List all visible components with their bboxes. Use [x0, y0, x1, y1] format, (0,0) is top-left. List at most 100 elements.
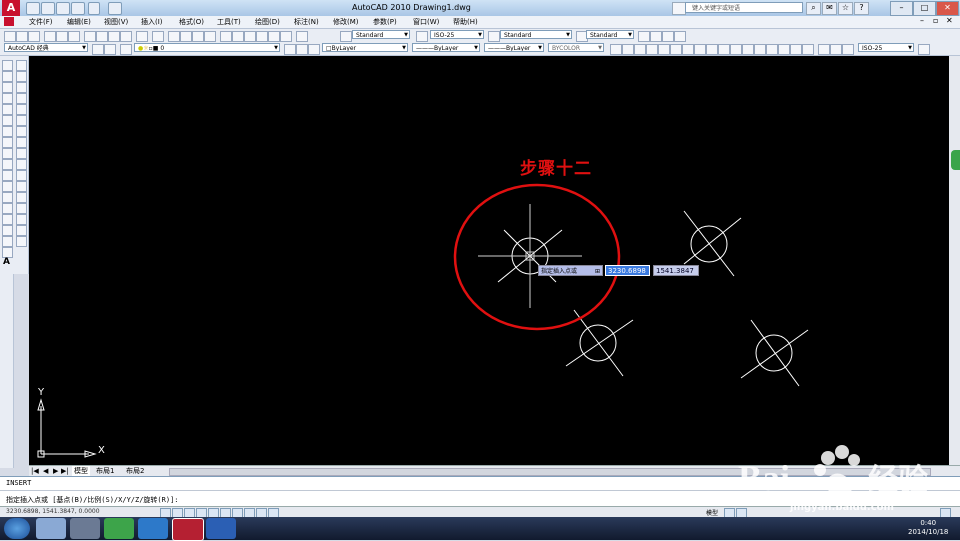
fillet-icon[interactable]: [16, 225, 27, 236]
menu-close-icon[interactable]: ✕: [946, 16, 953, 25]
mirror-icon[interactable]: [16, 82, 27, 93]
markup-icon[interactable]: [268, 31, 280, 42]
region-icon[interactable]: [2, 236, 13, 247]
dynamic-input-x[interactable]: 3230.6898: [605, 265, 650, 276]
dim-continue-icon[interactable]: [730, 44, 742, 55]
explorer-taskbar-icon[interactable]: [36, 518, 66, 539]
workspace-select[interactable]: AutoCAD 经典 ▼: [4, 43, 88, 52]
drawing-canvas[interactable]: [29, 56, 949, 465]
help-tool-icon[interactable]: [296, 31, 308, 42]
workspace-settings-icon[interactable]: [92, 44, 104, 55]
new-file-icon[interactable]: [26, 2, 40, 15]
dim-arc-icon[interactable]: [634, 44, 646, 55]
tab-prev-icon[interactable]: ◀: [43, 466, 48, 476]
chamfer-icon[interactable]: [16, 214, 27, 225]
dim-break-icon[interactable]: [754, 44, 766, 55]
text-style-select[interactable]: Standard ▼: [352, 30, 410, 39]
qnew-icon[interactable]: [4, 31, 16, 42]
open-file-icon[interactable]: [41, 2, 55, 15]
arc-icon[interactable]: [2, 115, 13, 126]
break-icon[interactable]: [16, 192, 27, 203]
dim-aligned-icon[interactable]: [622, 44, 634, 55]
paste-icon[interactable]: [108, 31, 120, 42]
array-icon[interactable]: [16, 104, 27, 115]
print-icon[interactable]: [44, 31, 56, 42]
lineweight-select[interactable]: ———ByLayer ▼: [484, 43, 544, 52]
point-icon[interactable]: [2, 203, 13, 214]
dim-text-edit-icon[interactable]: [830, 44, 842, 55]
tab-first-icon[interactable]: |◀: [31, 466, 39, 476]
dim-style-manager-icon[interactable]: [918, 44, 930, 55]
menu-insert[interactable]: 插入(I): [141, 17, 163, 27]
dim-baseline-icon[interactable]: [718, 44, 730, 55]
quick-dim-icon[interactable]: [706, 44, 718, 55]
save-tool-icon[interactable]: [28, 31, 40, 42]
multileader-icon[interactable]: [638, 31, 650, 42]
explode-icon[interactable]: [16, 236, 27, 247]
dropdown-arrow-icon[interactable]: ⊞: [595, 266, 600, 277]
make-block-icon[interactable]: [2, 192, 13, 203]
tab-last-icon[interactable]: ▶|: [61, 466, 69, 476]
undo-tool-icon[interactable]: [136, 31, 148, 42]
menu-parametric[interactable]: 参数(P): [373, 17, 397, 27]
zoom-window-icon[interactable]: [192, 31, 204, 42]
linetype-select[interactable]: ———ByLayer ▼: [412, 43, 480, 52]
undo-icon[interactable]: [71, 2, 85, 15]
menu-modify[interactable]: 修改(M): [333, 17, 359, 27]
offset-icon[interactable]: [16, 93, 27, 104]
block-instance[interactable]: [740, 319, 809, 387]
make-current-layer-icon[interactable]: [284, 44, 296, 55]
favorites-icon[interactable]: ☆: [838, 2, 853, 15]
layer-manager-icon[interactable]: [120, 44, 132, 55]
layer-previous-icon[interactable]: [296, 44, 308, 55]
customize-icon[interactable]: [104, 44, 116, 55]
gradient-icon[interactable]: [2, 225, 13, 236]
table-style-icon[interactable]: [488, 31, 500, 42]
menu-dimension[interactable]: 标注(N): [294, 17, 319, 27]
menu-tools[interactable]: 工具(T): [217, 17, 241, 27]
dim-edit-icon[interactable]: [818, 44, 830, 55]
circle-icon[interactable]: [2, 126, 13, 137]
system-clock[interactable]: 0:40 2014/10/18: [908, 519, 948, 537]
communication-center-icon[interactable]: ✉: [822, 2, 837, 15]
add-leader-icon[interactable]: [650, 31, 662, 42]
player-taskbar-icon[interactable]: [138, 518, 168, 539]
inspection-icon[interactable]: [790, 44, 802, 55]
preview-icon[interactable]: [56, 31, 68, 42]
help-search-input[interactable]: 键入关键字或短语: [685, 2, 803, 13]
browser-taskbar-icon[interactable]: [104, 518, 134, 539]
redo-tool-icon[interactable]: [152, 31, 164, 42]
scale-icon[interactable]: [16, 137, 27, 148]
tab-layout2[interactable]: 布局2: [126, 466, 144, 476]
ellipse-arc-icon[interactable]: [2, 170, 13, 181]
dim-style-icon[interactable]: [416, 31, 428, 42]
stretch-icon[interactable]: [16, 148, 27, 159]
extend-icon[interactable]: [16, 170, 27, 181]
model-space-label[interactable]: 模型: [706, 508, 718, 517]
join-icon[interactable]: [16, 203, 27, 214]
revision-cloud-icon[interactable]: [2, 137, 13, 148]
plot-icon[interactable]: [108, 2, 122, 15]
cut-icon[interactable]: [84, 31, 96, 42]
match-properties-icon[interactable]: [120, 31, 132, 42]
menu-minimize-icon[interactable]: –: [920, 16, 924, 25]
color-select[interactable]: □ByLayer ▼: [322, 43, 408, 52]
table-style-select[interactable]: Standard ▼: [500, 30, 572, 39]
redo-icon[interactable]: [88, 2, 100, 15]
copy-object-icon[interactable]: [16, 71, 27, 82]
erase-icon[interactable]: [16, 60, 27, 71]
trim-icon[interactable]: [16, 159, 27, 170]
move-icon[interactable]: [16, 115, 27, 126]
rotate-icon[interactable]: [16, 126, 27, 137]
search-icon[interactable]: ⌕: [806, 2, 821, 15]
word-taskbar-icon[interactable]: [206, 518, 236, 539]
help-icon[interactable]: ?: [854, 2, 869, 15]
open-icon[interactable]: [16, 31, 28, 42]
design-center-icon[interactable]: [232, 31, 244, 42]
dim-linear-icon[interactable]: [610, 44, 622, 55]
side-panel-tab-icon[interactable]: [951, 150, 960, 170]
tab-model[interactable]: 模型: [72, 466, 90, 476]
sheet-set-icon[interactable]: [256, 31, 268, 42]
start-button-icon[interactable]: [4, 518, 30, 539]
remove-leader-icon[interactable]: [662, 31, 674, 42]
